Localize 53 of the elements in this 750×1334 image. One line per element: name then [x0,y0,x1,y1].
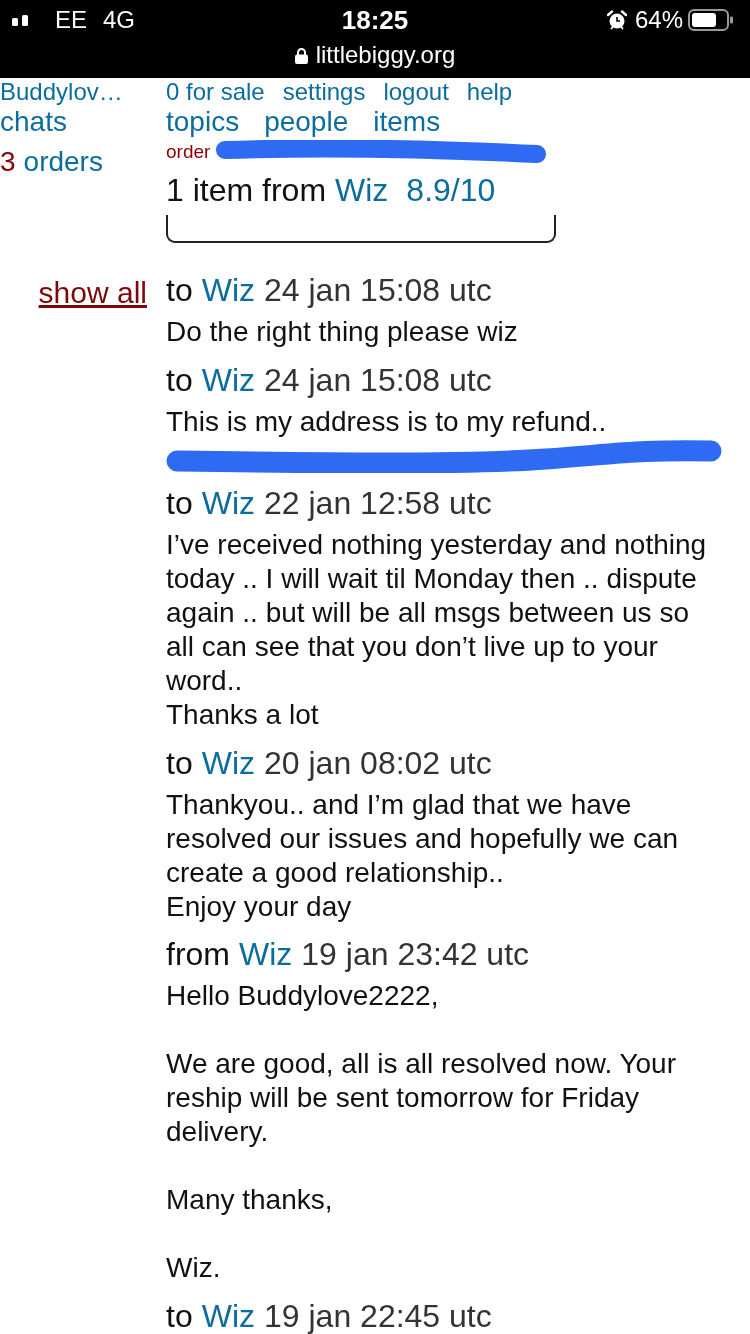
message-text: Hello Buddylove2222, [166,979,440,1013]
message-time: 24 jan 15:08 utc [264,273,492,307]
order-label: order [166,141,211,163]
contact-link[interactable]: Wiz [201,1298,255,1333]
message-text: Wiz. [166,1251,222,1285]
message-direction: to [166,1298,193,1333]
summary-text: 1 item from [166,172,327,208]
contact-link[interactable]: Wiz [201,486,255,520]
message-text: Do the right thing please wiz [166,315,519,349]
message-direction: to [166,745,193,780]
message-time: 19 jan 22:45 utc [264,1298,492,1333]
message-text: We are good, all is all resolved now. Your reship will be sent tomorrow for Friday delivery. [166,1047,677,1149]
order-count: 3 [0,146,16,178]
message-direction: to [166,362,193,397]
message-text: Many thanks, [166,1183,334,1217]
menu-link[interactable]: settings [282,78,366,106]
section-link[interactable]: items [373,106,441,138]
battery-icon [688,9,734,31]
carrier-label: EE [55,6,87,34]
status-time: 18:25 [341,4,409,36]
section-link[interactable]: topics [166,106,240,138]
message-text: Enjoy your day [166,889,353,924]
message-time: 24 jan 15:08 utc [264,362,492,397]
seller-link[interactable]: Wiz [335,172,389,208]
message-direction: to [166,486,193,520]
contact-link[interactable]: Wiz [201,273,255,307]
message-time: 19 jan 23:42 utc [301,937,530,971]
battery-percent: 64% [634,6,683,34]
signal-icon [12,14,28,26]
chats-link[interactable]: chats [0,106,166,138]
menu-link[interactable]: logout [383,78,449,106]
message-direction: from [166,937,230,971]
message-text: Thankyou.. and I’m glad that we have resolved our issues and hopefully we can create a good relationship.. [166,787,680,890]
message-direction: to [166,273,193,307]
message-time: 20 jan 08:02 utc [264,745,492,780]
message-text: Thanks a lot [166,698,320,732]
section-link[interactable]: people [264,106,349,138]
lock-icon [294,46,308,64]
message-time: 22 jan 12:58 utc [264,486,492,520]
message-text: I’ve received nothing yesterday and nothing today .. I will wait til Monday then .. dispute again .. but will be all msgs between us so all can see that you don’t live up to your word.. [166,528,708,698]
contact-link[interactable]: Wiz [201,362,255,397]
contact-link[interactable]: Wiz [201,745,255,780]
rating-link[interactable]: 8.9/10 [406,172,496,208]
orders-link[interactable]: orders [23,146,103,178]
username-link[interactable]: Buddylov… [0,78,166,106]
alarm-clock-icon [606,10,627,30]
menu-link[interactable]: 0 for sale [166,78,265,106]
contact-link[interactable]: Wiz [239,937,293,971]
menu-link[interactable]: help [466,78,513,106]
message-text: This is my address is to my refund.. [166,404,608,439]
network-label: 4G [103,6,136,34]
show-all-link[interactable]: show all [38,277,147,309]
url-text: littlebiggy.org [315,41,456,69]
